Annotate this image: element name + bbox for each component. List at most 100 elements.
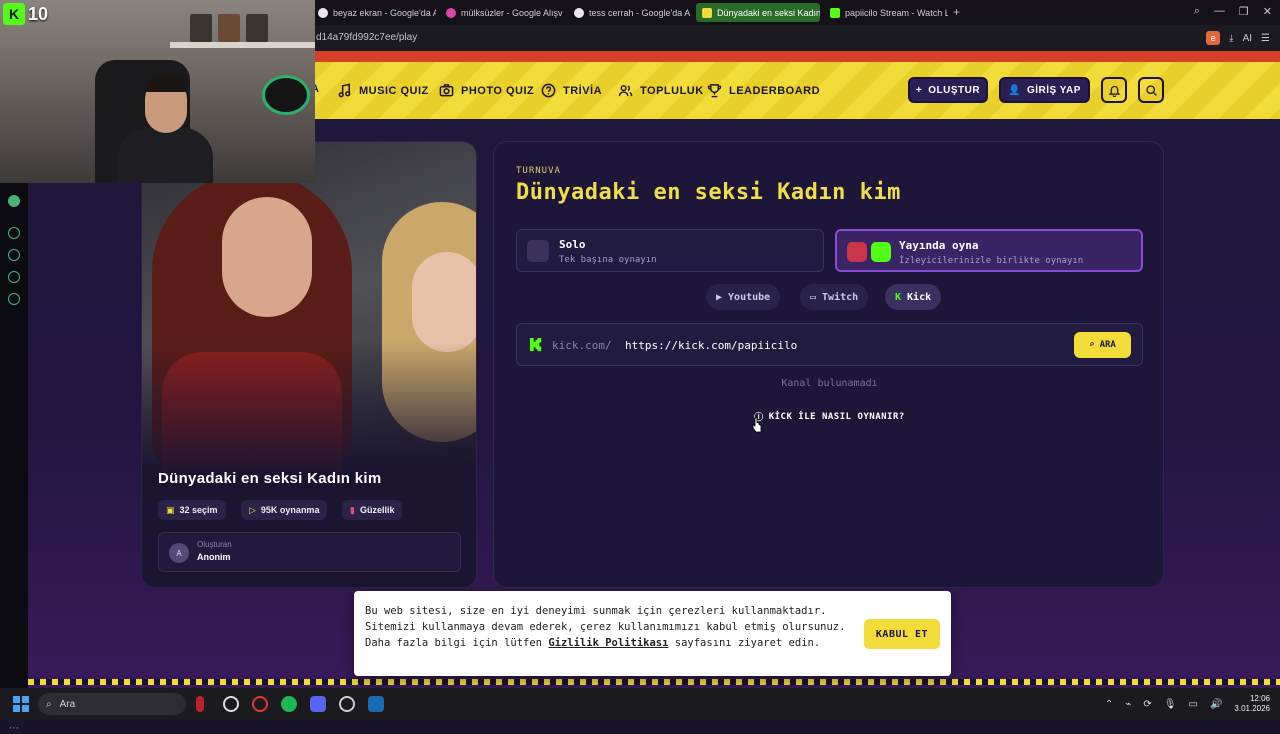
users-icon — [618, 85, 633, 97]
webcam-overlay: K 10 — [0, 0, 315, 183]
netflix-icon[interactable] — [196, 696, 204, 712]
window-controls: ⌕ — ❐ ✕ — [1194, 5, 1272, 18]
play-panel: TURNUVA Dünyadaki en seksi Kadın kim Sol… — [493, 141, 1164, 588]
volume-icon[interactable]: 🔊 — [1210, 699, 1222, 710]
plus-icon: + — [915, 84, 923, 96]
youtube-icon — [847, 242, 867, 262]
history-icon[interactable] — [8, 249, 20, 261]
trophy-icon — [707, 84, 722, 98]
search-icon: ⌕ — [1089, 340, 1095, 350]
clock[interactable]: 12:06 3.01.2026 — [1234, 694, 1270, 714]
create-button[interactable]: + OLUŞTUR — [908, 77, 988, 103]
discord-icon[interactable] — [310, 696, 326, 712]
question-bubble-icon — [541, 83, 556, 98]
panel-title: Dünyadaki en seksi Kadın kim — [516, 180, 901, 205]
channel-search-box: kick.com/ ⌕ ARA — [516, 323, 1143, 366]
nav-item-photo-quiz[interactable]: PHOTO QUIZ — [439, 83, 534, 98]
nav-item-topluluk[interactable]: TOPLULUK — [618, 83, 704, 98]
platform-youtube[interactable]: ▶ Youtube — [706, 284, 781, 310]
system-tray: ⌃ ⌁ ⟳ 🎙 ▭ 🔊 12:06 3.01.2026 — [1105, 694, 1270, 714]
address-url[interactable]: d14a79fd992c7ee/play — [316, 32, 417, 43]
kick-icon — [529, 337, 542, 352]
address-bar-icons: e ⤓ AI ☰ — [1206, 31, 1270, 45]
plays-chip: ▷ 95K oynanma — [241, 500, 328, 520]
minimize-icon[interactable]: — — [1214, 5, 1225, 18]
browser-tab-3[interactable]: tess cerrah - Google'da A — [568, 3, 692, 22]
hazard-stripe — [28, 679, 1280, 685]
tab-favicon-icon — [446, 7, 456, 18]
obs-icon[interactable] — [339, 696, 355, 712]
viewer-count: 10 — [28, 3, 49, 24]
taskbar-search[interactable]: ⌕ Ara — [38, 693, 186, 715]
kick-icon: K — [895, 291, 902, 303]
privacy-policy-link[interactable]: Gizlilik Politikası — [548, 637, 668, 649]
display-icon[interactable]: ▭ — [1189, 699, 1198, 710]
url-prefix: kick.com/ — [552, 339, 612, 352]
solo-mode-option[interactable]: Solo Tek başına oynayın — [516, 229, 824, 272]
accept-cookies-button[interactable]: KABUL ET — [864, 619, 940, 649]
channel-status: Kanal bulunamadı — [781, 378, 878, 389]
browser-tab-1[interactable]: beyaz ekran - Google'da A — [312, 3, 436, 22]
app-icon[interactable] — [223, 696, 239, 712]
images-icon: ▣ — [166, 504, 175, 515]
channel-url-input[interactable] — [625, 335, 1055, 355]
live-mode-option[interactable]: Yayında oyna İzleyicilerinizle birlikte … — [835, 229, 1143, 272]
google-icon — [574, 7, 584, 18]
spotify-icon[interactable] — [281, 696, 297, 712]
opera-gx-icon[interactable] — [252, 696, 268, 712]
avatar: A — [169, 543, 189, 563]
ai-button[interactable]: AI — [1243, 33, 1252, 44]
google-icon — [318, 7, 328, 18]
extension-icon[interactable]: e — [1206, 31, 1221, 45]
platform-twitch[interactable]: ▭ Twitch — [800, 284, 869, 310]
browser-tab-2[interactable]: mülksüzler - Google Alışv — [440, 3, 564, 22]
kick-icon: K — [3, 3, 25, 25]
play-icon: ▷ — [249, 504, 256, 515]
browser-tab-active[interactable]: Dünyadaki en seksi Kadın — [696, 3, 820, 22]
twitch-icon: ▭ — [810, 291, 817, 303]
settings-icon[interactable] — [8, 293, 20, 305]
taskbar: ⌕ Ara ⌃ ⌁ ⟳ 🎙 ▭ 🔊 12:06 3.01.2026 — [0, 688, 1280, 720]
nav-item-music-quiz[interactable]: MUSIC QUIZ — [337, 83, 429, 98]
login-button[interactable]: 👤 GİRİŞ YAP — [999, 77, 1090, 103]
creator-name: Anonim — [197, 552, 231, 562]
browser-tab-5[interactable]: papiicilo Stream - Watch L — [824, 3, 948, 22]
network-icon[interactable]: ⌁ — [1125, 699, 1131, 710]
close-icon[interactable]: ✕ — [1263, 5, 1272, 18]
steam-icon[interactable] — [368, 696, 384, 712]
how-to-play-link[interactable]: ⓘ KİCK İLE NASIL OYNANIR? — [516, 410, 1143, 424]
chevron-up-icon[interactable]: ⌃ — [1105, 699, 1113, 710]
tournament-card: Dünyadaki en seksi Kadın kim ▣ 32 seçim … — [141, 141, 477, 588]
player-icon[interactable] — [8, 227, 20, 239]
creator-label: Oluşturan — [197, 540, 232, 549]
extensions-icon[interactable] — [8, 271, 20, 283]
new-tab-button[interactable]: + — [953, 5, 960, 19]
nav-item-trivia[interactable]: TRİVİA — [541, 83, 602, 98]
search-icon — [1145, 84, 1157, 96]
more-icon[interactable]: ⋯ — [9, 723, 19, 734]
lipstick-icon: ▮ — [350, 504, 355, 515]
search-icon[interactable]: ⌕ — [1194, 5, 1200, 18]
nav-item-leaderboard[interactable]: LEADERBOARD — [707, 83, 820, 98]
bell-icon — [1108, 85, 1120, 97]
kick-viewer-badge: K 10 — [3, 3, 48, 25]
category-chip[interactable]: ▮ Güzellik — [342, 500, 403, 520]
search-channel-button[interactable]: ⌕ ARA — [1074, 332, 1131, 358]
maximize-icon[interactable]: ❐ — [1239, 5, 1249, 18]
headset-icon — [262, 75, 310, 115]
notifications-button[interactable] — [1101, 77, 1127, 103]
panel-kicker: TURNUVA — [516, 166, 561, 176]
sync-icon[interactable]: ⟳ — [1143, 699, 1151, 710]
hand-cursor-icon — [752, 417, 762, 433]
cookie-banner: Bu web sitesi, size en iyi deneyimi sunm… — [354, 591, 951, 676]
tournament-title: Dünyadaki en seksi Kadın kim — [158, 470, 382, 487]
platform-kick[interactable]: K Kick — [885, 284, 942, 310]
windows-start-icon[interactable] — [13, 696, 29, 712]
tab-favicon-icon — [702, 7, 712, 18]
mic-icon[interactable]: 🎙 — [1164, 699, 1177, 710]
menu-icon[interactable]: ☰ — [1261, 33, 1270, 44]
download-icon[interactable]: ⤓ — [1229, 33, 1233, 44]
search-button[interactable] — [1138, 77, 1164, 103]
whatsapp-icon[interactable] — [8, 195, 20, 207]
cookie-text: Bu web sitesi, size en iyi deneyimi sunm… — [365, 605, 846, 649]
